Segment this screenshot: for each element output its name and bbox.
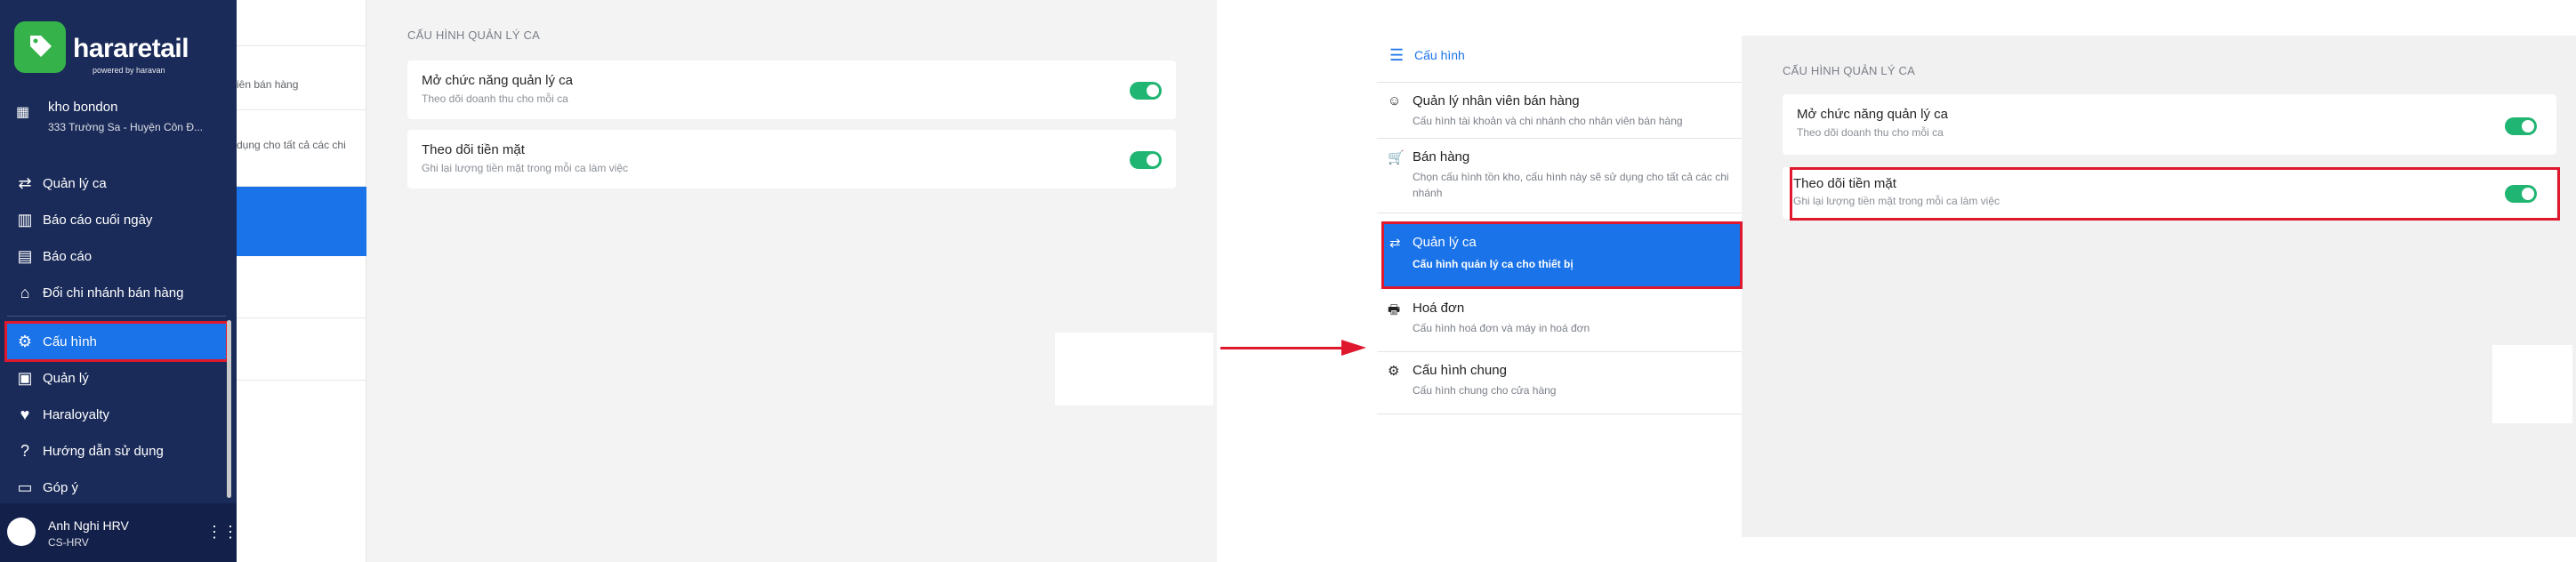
tag-icon <box>30 36 52 57</box>
store-selector[interactable]: ▦ kho bondon 333 Trường Sa - Huyện Côn Đ… <box>11 96 224 140</box>
config-item-desc: Cấu hình hoá đơn và máy in hoá đơn <box>1413 322 1590 334</box>
list-item-desc: dụng cho tất cả các chi <box>237 139 346 151</box>
nav-item-settings[interactable]: ⚙ Cấu hình <box>4 321 229 362</box>
blank-panel <box>2492 345 2572 423</box>
clipboard-icon: ▣ <box>17 368 33 387</box>
config-item-title: Cấu hình chung <box>1413 363 1507 378</box>
gear-icon: ⚙ <box>17 332 33 350</box>
user-bar[interactable]: Anh Nghi HRV CS-HRV ⋮⋮⋮ <box>0 503 254 562</box>
config-list-partial: iên bán hàng dụng cho tất cả các chi <box>237 0 366 562</box>
setting-card-cash: Theo dõi tiền mặt Ghi lại lượng tiền mặt… <box>407 130 1176 189</box>
face-icon: ☺ <box>1388 93 1402 108</box>
toggle-shift-management[interactable] <box>2505 117 2537 135</box>
config-item-staff[interactable]: ☺ Quản lý nhân viên bán hàng Cấu hình tà… <box>1377 82 1742 139</box>
config-item-desc: Cấu hình tài khoản và chi nhánh cho nhân… <box>1413 115 1683 127</box>
config-item-desc: Cấu hình quản lý ca cho thiết bị <box>1413 258 1574 270</box>
toggle-shift-management[interactable] <box>1130 82 1162 100</box>
shop-icon: ⌂ <box>20 283 30 301</box>
brand-name: hararetail <box>73 34 189 63</box>
menu-icon[interactable]: ☰ <box>1389 46 1404 65</box>
highlight-box <box>1790 167 2560 221</box>
store-name: kho bondon <box>48 100 118 115</box>
gear-icon: ⚙ <box>1388 364 1400 379</box>
card-title: Mở chức năng quản lý ca <box>422 73 573 88</box>
divider <box>7 316 226 317</box>
feedback-icon: ▭ <box>17 478 33 496</box>
section-title: CẤU HÌNH QUẢN LÝ CA <box>407 28 540 42</box>
card-title: Theo dõi tiền mặt <box>422 142 525 157</box>
nav-item-daily-report[interactable]: ▥ Báo cáo cuối ngày <box>7 202 226 237</box>
card-desc: Theo dõi doanh thu cho mỗi ca <box>1797 126 1944 139</box>
config-item-desc: Chọn cấu hình tồn kho, cấu hình này sẽ s… <box>1413 171 1729 199</box>
nav-item-change-branch[interactable]: ⌂ Đổi chi nhánh bán hàng <box>7 275 226 310</box>
nav-label: Haraloyalty <box>43 406 110 422</box>
config-item-sales[interactable]: 🛒 Bán hàng Chọn cấu hình tồn kho, cấu hì… <box>1377 139 1742 213</box>
nav-item-help[interactable]: ? Hướng dẫn sử dụng <box>7 433 226 469</box>
config-item-title: Hoá đơn <box>1413 301 1465 316</box>
cart-icon: 🛒 <box>1388 150 1405 165</box>
help-icon: ? <box>20 441 29 460</box>
nav-label: Báo cáo <box>43 248 93 264</box>
config-item-shift[interactable]: ⇄ Quản lý ca Cấu hình quản lý ca cho thi… <box>1381 221 1743 289</box>
list-item[interactable] <box>237 256 366 318</box>
apps-grid-icon[interactable]: ⋮⋮⋮ <box>206 523 254 542</box>
nav-label: Cấu hình <box>43 333 97 349</box>
card-desc: Ghi lại lượng tiền mặt trong mỗi ca làm … <box>422 162 628 174</box>
arrow-head-icon <box>1341 340 1366 356</box>
brand-logo <box>14 21 66 73</box>
nav-item-haraloyalty[interactable]: ♥ Haraloyalty <box>7 397 226 432</box>
nav-item-report[interactable]: ▤ Báo cáo <box>7 238 226 274</box>
user-name: Anh Nghi HRV <box>48 518 129 533</box>
toggle-cash-tracking[interactable] <box>1130 151 1162 169</box>
left-screenshot: iên bán hàng dụng cho tất cả các chi har… <box>0 0 1217 562</box>
right-screenshot: ☰ Cấu hình ☺ Quản lý nhân viên bán hàng … <box>1377 36 2576 544</box>
list-item[interactable]: iên bán hàng <box>237 46 366 110</box>
section-title: CẤU HÌNH QUẢN LÝ CA <box>1783 64 1915 77</box>
setting-card-shift: Mở chức năng quản lý ca Theo dõi doanh t… <box>407 60 1176 119</box>
list-item[interactable] <box>237 318 366 381</box>
nav-label: Hướng dẫn sử dụng <box>43 443 164 459</box>
config-item-title: Bán hàng <box>1413 149 1470 165</box>
swap-icon: ⇄ <box>18 173 32 192</box>
sidebar-scrollbar[interactable] <box>227 320 231 498</box>
config-item-desc: Cấu hình chung cho cửa hàng <box>1413 384 1557 397</box>
config-item-title: Quản lý nhân viên bán hàng <box>1413 93 1580 108</box>
nav-item-management[interactable]: ▣ Quản lý <box>7 360 226 396</box>
user-role: CS-HRV <box>48 536 89 549</box>
arrow-line <box>1220 347 1345 349</box>
nav-item-shift[interactable]: ⇄ Quản lý ca <box>7 165 226 201</box>
nav-label: Quản lý <box>43 370 89 386</box>
list-item[interactable] <box>237 0 366 46</box>
blank-panel <box>1055 333 1213 405</box>
list-item[interactable]: dụng cho tất cả các chi <box>237 110 366 187</box>
report-icon: ▤ <box>17 246 33 265</box>
config-header[interactable]: ☰ Cấu hình <box>1377 36 1742 75</box>
sidebar: hararetail powered by haravan ▦ kho bond… <box>0 0 254 562</box>
config-header-label: Cấu hình <box>1414 48 1465 62</box>
nav-label: Quản lý ca <box>43 175 107 191</box>
store-icon: ▦ <box>16 105 30 120</box>
config-item-title: Quản lý ca <box>1413 235 1477 250</box>
swap-icon: ⇄ <box>1389 236 1401 251</box>
brand-sub: powered by haravan <box>93 66 165 75</box>
nav-label: Báo cáo cuối ngày <box>43 212 153 228</box>
store-address: 333 Trường Sa - Huyện Côn Đ... <box>48 121 203 133</box>
setting-card-shift: Mở chức năng quản lý ca Theo dõi doanh t… <box>1783 94 2556 155</box>
config-item-invoice[interactable]: 🖶 Hoá đơn Cấu hình hoá đơn và máy in hoá… <box>1377 290 1742 352</box>
nav-item-feedback[interactable]: ▭ Góp ý <box>7 470 226 505</box>
nav-label: Đổi chi nhánh bán hàng <box>43 285 184 301</box>
heart-icon: ♥ <box>20 405 30 423</box>
chart-icon: ▥ <box>17 210 33 229</box>
nav-label: Góp ý <box>43 479 79 495</box>
list-item-desc: iên bán hàng <box>237 78 299 91</box>
avatar <box>7 518 36 546</box>
printer-icon: 🖶 <box>1388 302 1401 317</box>
card-title: Mở chức năng quản lý ca <box>1797 107 1948 122</box>
card-desc: Theo dõi doanh thu cho mỗi ca <box>422 92 568 105</box>
config-item-general[interactable]: ⚙ Cấu hình chung Cấu hình chung cho cửa … <box>1377 352 1742 414</box>
list-item-active[interactable] <box>237 187 366 256</box>
